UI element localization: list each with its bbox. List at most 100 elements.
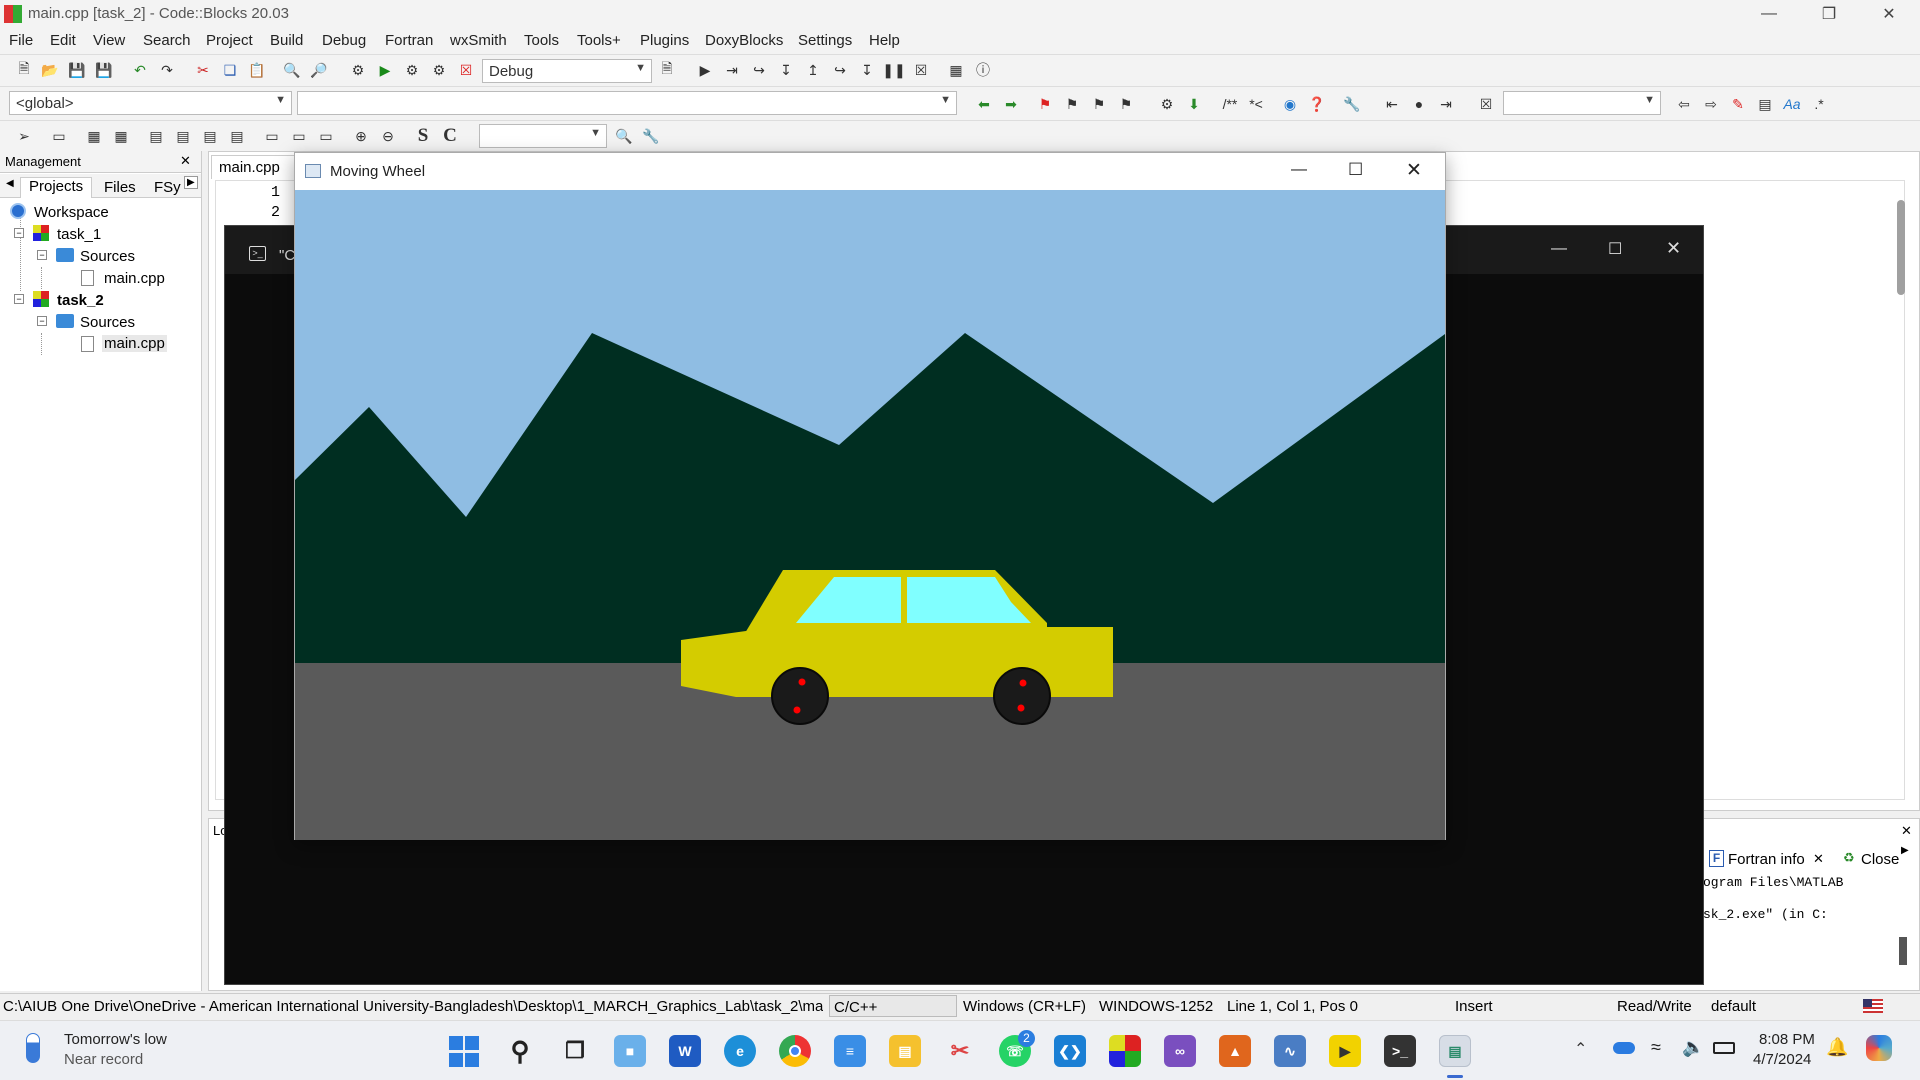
matlab-icon[interactable]: ▲ (1219, 1035, 1251, 1067)
widget-icon-10[interactable]: ▭ (316, 126, 336, 146)
collapse-icon[interactable]: − (14, 228, 24, 238)
nav-last-icon[interactable]: ⇥ (1436, 94, 1456, 114)
volume-icon[interactable]: 🔈 (1682, 1037, 1704, 1058)
start-icon[interactable] (449, 1035, 479, 1067)
match-case-button[interactable]: Aa (1782, 94, 1802, 114)
terminal-icon[interactable]: >_ (1384, 1035, 1416, 1067)
tabs-scroll-right-icon[interactable]: ▶ (1901, 845, 1909, 856)
pause-icon[interactable]: ❚❚ (882, 60, 905, 80)
onedrive-icon[interactable] (1613, 1042, 1635, 1054)
weather-title[interactable]: Tomorrow's low (64, 1031, 167, 1048)
regex-button[interactable]: .* (1809, 94, 1829, 114)
next-instruction-icon[interactable]: ↪ (830, 60, 850, 80)
doxy-comment-block-button[interactable]: /** (1216, 94, 1244, 114)
build-gear-icon[interactable]: ⚙ (348, 60, 368, 80)
symbol-select[interactable]: ▼ (297, 91, 957, 115)
bookmark-toggle-icon[interactable]: ⚑ (1035, 94, 1055, 114)
snipping-tool-icon[interactable]: ✂ (944, 1035, 976, 1067)
find-icon[interactable]: 🔍 (282, 60, 302, 80)
bookmark-clear-icon[interactable]: ⚑ (1116, 94, 1136, 114)
step-into-icon[interactable]: ↧ (776, 60, 796, 80)
tree-workspace[interactable]: Workspace (34, 204, 109, 221)
widget-icon-3[interactable]: ▦ (111, 126, 131, 146)
bookmark-next-icon[interactable]: ⚑ (1089, 94, 1109, 114)
editor-scrollbar[interactable] (1897, 200, 1905, 295)
widget-icon-2[interactable]: ▦ (84, 126, 104, 146)
cut-icon[interactable]: ✂ (193, 60, 213, 80)
battery-icon[interactable] (1713, 1042, 1735, 1054)
edge-icon[interactable]: e (724, 1035, 756, 1067)
wxsmith-select[interactable]: ▼ (479, 124, 607, 148)
menu-tools[interactable]: Tools (524, 32, 559, 49)
wifi-icon[interactable]: ≈ (1651, 1037, 1661, 1058)
debug-info-icon[interactable]: ⓘ (973, 60, 993, 80)
preview-icon[interactable]: 🔍 (614, 126, 634, 146)
tree-file-main-1[interactable]: main.cpp (104, 270, 165, 287)
widget-icon-5[interactable]: ▤ (173, 126, 193, 146)
widget-icon-6[interactable]: ▤ (200, 126, 220, 146)
nav-first-icon[interactable]: ⇤ (1382, 94, 1402, 114)
selection-only-icon[interactable]: ▤ (1755, 94, 1775, 114)
tree-project-task-2[interactable]: task_2 (57, 292, 104, 309)
menu-view[interactable]: View (93, 32, 125, 49)
widgets-icon[interactable]: ■ (614, 1035, 646, 1067)
vscode-icon[interactable]: ❮❯ (1054, 1035, 1086, 1067)
menu-fortran[interactable]: Fortran (385, 32, 433, 49)
scope-select[interactable]: <global> ▼ (9, 91, 292, 115)
tab-fsymbols[interactable]: FSy (154, 179, 181, 196)
pointer-icon[interactable]: ➢ (14, 126, 34, 146)
menu-tools-plus[interactable]: Tools+ (577, 32, 621, 49)
task-manager-icon[interactable]: ∿ (1274, 1035, 1306, 1067)
build-run-icon[interactable]: ⚙ (402, 60, 422, 80)
tree-sources-2[interactable]: Sources (80, 314, 135, 331)
media-player-icon[interactable]: ▶ (1329, 1035, 1361, 1067)
menu-help[interactable]: Help (869, 32, 900, 49)
collapse-icon[interactable]: − (37, 250, 47, 260)
step-out-icon[interactable]: ↥ (803, 60, 823, 80)
stop-debug-icon[interactable]: ☒ (911, 60, 931, 80)
copilot-icon[interactable] (1866, 1035, 1892, 1061)
minimize-button[interactable]: — (1740, 0, 1798, 28)
search-next-icon[interactable]: ⇨ (1701, 94, 1721, 114)
paste-icon[interactable]: 📋 (247, 60, 267, 80)
minimize-button[interactable]: — (1291, 161, 1307, 179)
clock-date[interactable]: 4/7/2024 (1753, 1051, 1811, 1068)
zoom-out-icon[interactable]: ⊖ (378, 126, 398, 146)
menu-settings[interactable]: Settings (798, 32, 852, 49)
widget-icon-8[interactable]: ▭ (262, 126, 282, 146)
logs-scrollbar[interactable] (1899, 937, 1907, 965)
doxy-html-icon[interactable]: ◉ (1280, 94, 1300, 114)
visual-studio-icon[interactable]: ∞ (1164, 1035, 1196, 1067)
menu-search[interactable]: Search (143, 32, 191, 49)
save-all-icon[interactable]: 💾 (94, 60, 114, 80)
highlight-icon[interactable]: ✎ (1728, 94, 1748, 114)
run-to-cursor-icon[interactable]: ⇥ (722, 60, 742, 80)
search-prev-icon[interactable]: ⇦ (1674, 94, 1694, 114)
step-instruction-icon[interactable]: ↧ (857, 60, 877, 80)
console-maximize-button[interactable]: ☐ (1608, 239, 1622, 259)
search-icon[interactable]: ⚲ (504, 1035, 536, 1067)
collapse-icon[interactable]: − (37, 316, 47, 326)
doxy-comment-line-button[interactable]: *< (1246, 94, 1266, 114)
tab-fortran-info[interactable]: Fortran info (1728, 851, 1805, 868)
incremental-search-input[interactable]: ▼ (1503, 91, 1661, 115)
tree-sources-1[interactable]: Sources (80, 248, 135, 265)
menu-wxsmith[interactable]: wxSmith (450, 32, 507, 49)
rebuild-icon[interactable]: ⚙ (429, 60, 449, 80)
tab-files[interactable]: Files (104, 179, 136, 196)
tabs-scroll-right-icon[interactable]: ▶ (184, 176, 198, 189)
widget-icon-1[interactable]: ▭ (49, 126, 69, 146)
s-button[interactable]: S (413, 125, 433, 146)
save-icon[interactable]: 💾 (67, 60, 87, 80)
nav-dot-icon[interactable]: ● (1409, 94, 1429, 114)
doxy-config-icon[interactable]: 🔧 (1342, 94, 1362, 114)
build-target-select[interactable]: Debug ▼ (482, 59, 652, 83)
doxy-chm-icon[interactable]: ❓ (1307, 94, 1327, 114)
bookmark-prev-icon[interactable]: ⚑ (1062, 94, 1082, 114)
maximize-button[interactable]: ☐ (1348, 160, 1363, 180)
tabs-scroll-left-icon[interactable]: ◀ (6, 178, 14, 189)
new-file-icon[interactable]: 🗎 (14, 60, 34, 80)
clear-search-icon[interactable]: ☒ (1476, 94, 1496, 114)
c-button[interactable]: C (440, 125, 460, 146)
menu-debug[interactable]: Debug (322, 32, 366, 49)
